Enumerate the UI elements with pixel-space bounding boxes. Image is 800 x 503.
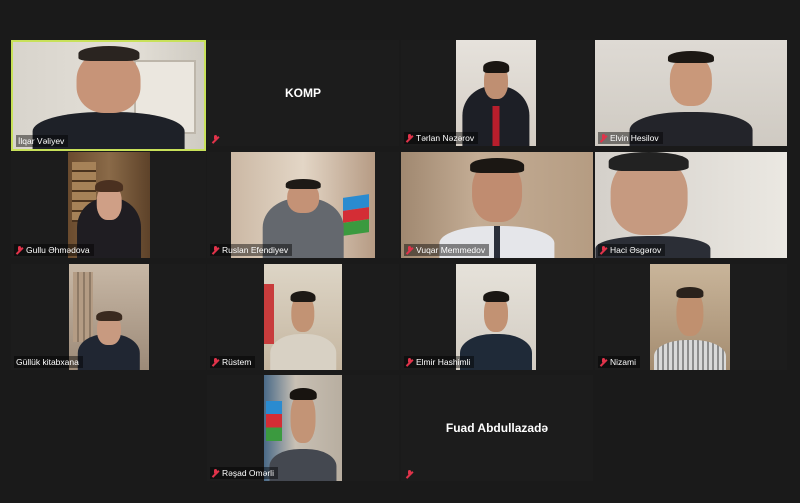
participant-name: Tərlan Nəzərov	[416, 133, 475, 143]
participant-name: Rəşad Omərli	[222, 468, 274, 478]
participant-tile-nizami[interactable]: Nizami	[595, 264, 787, 370]
participant-video	[264, 264, 342, 370]
participant-tile-terlan[interactable]: Tərlan Nəzərov	[401, 40, 593, 146]
participant-tile-komp[interactable]: KOMP	[207, 40, 399, 146]
participant-name-tag: Rüstem	[210, 356, 256, 368]
participant-name-tag: Nizami	[598, 356, 640, 368]
participant-tile-resad[interactable]: Rəşad Omərli	[207, 375, 399, 481]
video-grid: İlqar Vəliyev KOMP Tərlan Nəzərov Elvin …	[0, 0, 800, 503]
participant-name: Vuqar Memmedov	[416, 245, 486, 255]
mic-off-icon	[406, 246, 413, 254]
participant-name-center: KOMP	[285, 86, 321, 100]
mic-off-icon	[406, 470, 413, 478]
participant-name-tag: Elmir Hashimli	[404, 356, 475, 368]
flag-image	[343, 194, 369, 236]
participant-name-tag	[404, 469, 417, 479]
participant-video	[68, 152, 150, 258]
participant-name: Güllük kitabxana	[16, 357, 79, 367]
participant-video	[401, 152, 593, 258]
participant-tile-ruslan[interactable]: Ruslan Efendiyev	[207, 152, 399, 258]
participant-video	[650, 264, 730, 370]
participant-tile-fuad[interactable]: Fuad Abdullazadə	[401, 375, 593, 481]
participant-name-tag: Elvin Hesilov	[598, 132, 663, 144]
participant-video	[595, 152, 787, 258]
participant-name: Ruslan Efendiyev	[222, 245, 289, 255]
participant-tile-elvin[interactable]: Elvin Hesilov	[595, 40, 787, 146]
participant-name-tag: İlqar Vəliyev	[16, 135, 69, 147]
mic-off-icon	[16, 246, 23, 254]
participant-name: Gullu Əhmədova	[26, 245, 90, 255]
participant-name: İlqar Vəliyev	[18, 136, 65, 146]
participant-tile-gullu[interactable]: Gullu Əhmədova	[11, 152, 206, 258]
mic-off-icon	[600, 358, 607, 366]
participant-name: Elvin Hesilov	[610, 133, 659, 143]
mic-off-icon	[406, 358, 413, 366]
participant-tile-ilqar[interactable]: İlqar Vəliyev	[11, 40, 206, 151]
mic-off-icon	[212, 358, 219, 366]
participant-video	[456, 264, 536, 370]
mic-off-icon	[212, 469, 219, 477]
participant-name: Haci Əsgərov	[610, 245, 662, 255]
mic-off-icon	[406, 134, 413, 142]
participant-name: Nizami	[610, 357, 636, 367]
participant-tile-vuqar[interactable]: Vuqar Memmedov	[401, 152, 593, 258]
participant-tile-haci[interactable]: Haci Əsgərov	[595, 152, 787, 258]
participant-video	[231, 152, 375, 258]
participant-name-tag: Ruslan Efendiyev	[210, 244, 293, 256]
participant-name-tag	[210, 134, 223, 144]
mic-off-icon	[600, 246, 607, 254]
mic-off-icon	[600, 134, 607, 142]
participant-name-tag: Güllük kitabxana	[14, 356, 83, 368]
participant-video	[69, 264, 149, 370]
participant-video	[13, 42, 204, 149]
participant-tile-gulluk[interactable]: Güllük kitabxana	[11, 264, 206, 370]
participant-name: Elmir Hashimli	[416, 357, 471, 367]
participant-name-tag: Gullu Əhmədova	[14, 244, 94, 256]
participant-name: Rüstem	[222, 357, 252, 367]
mic-off-icon	[212, 135, 219, 143]
mic-off-icon	[212, 246, 219, 254]
participant-video	[264, 375, 342, 481]
participant-name-tag: Tərlan Nəzərov	[404, 132, 479, 144]
participant-video	[595, 40, 787, 146]
participant-tile-rustem[interactable]: Rüstem	[207, 264, 399, 370]
participant-name-tag: Rəşad Omərli	[210, 467, 278, 479]
participant-video	[456, 40, 536, 146]
participant-name-center: Fuad Abdullazadə	[445, 421, 549, 435]
participant-name-tag: Vuqar Memmedov	[404, 244, 490, 256]
participant-name-tag: Haci Əsgərov	[598, 244, 666, 256]
participant-tile-elmir[interactable]: Elmir Hashimli	[401, 264, 593, 370]
